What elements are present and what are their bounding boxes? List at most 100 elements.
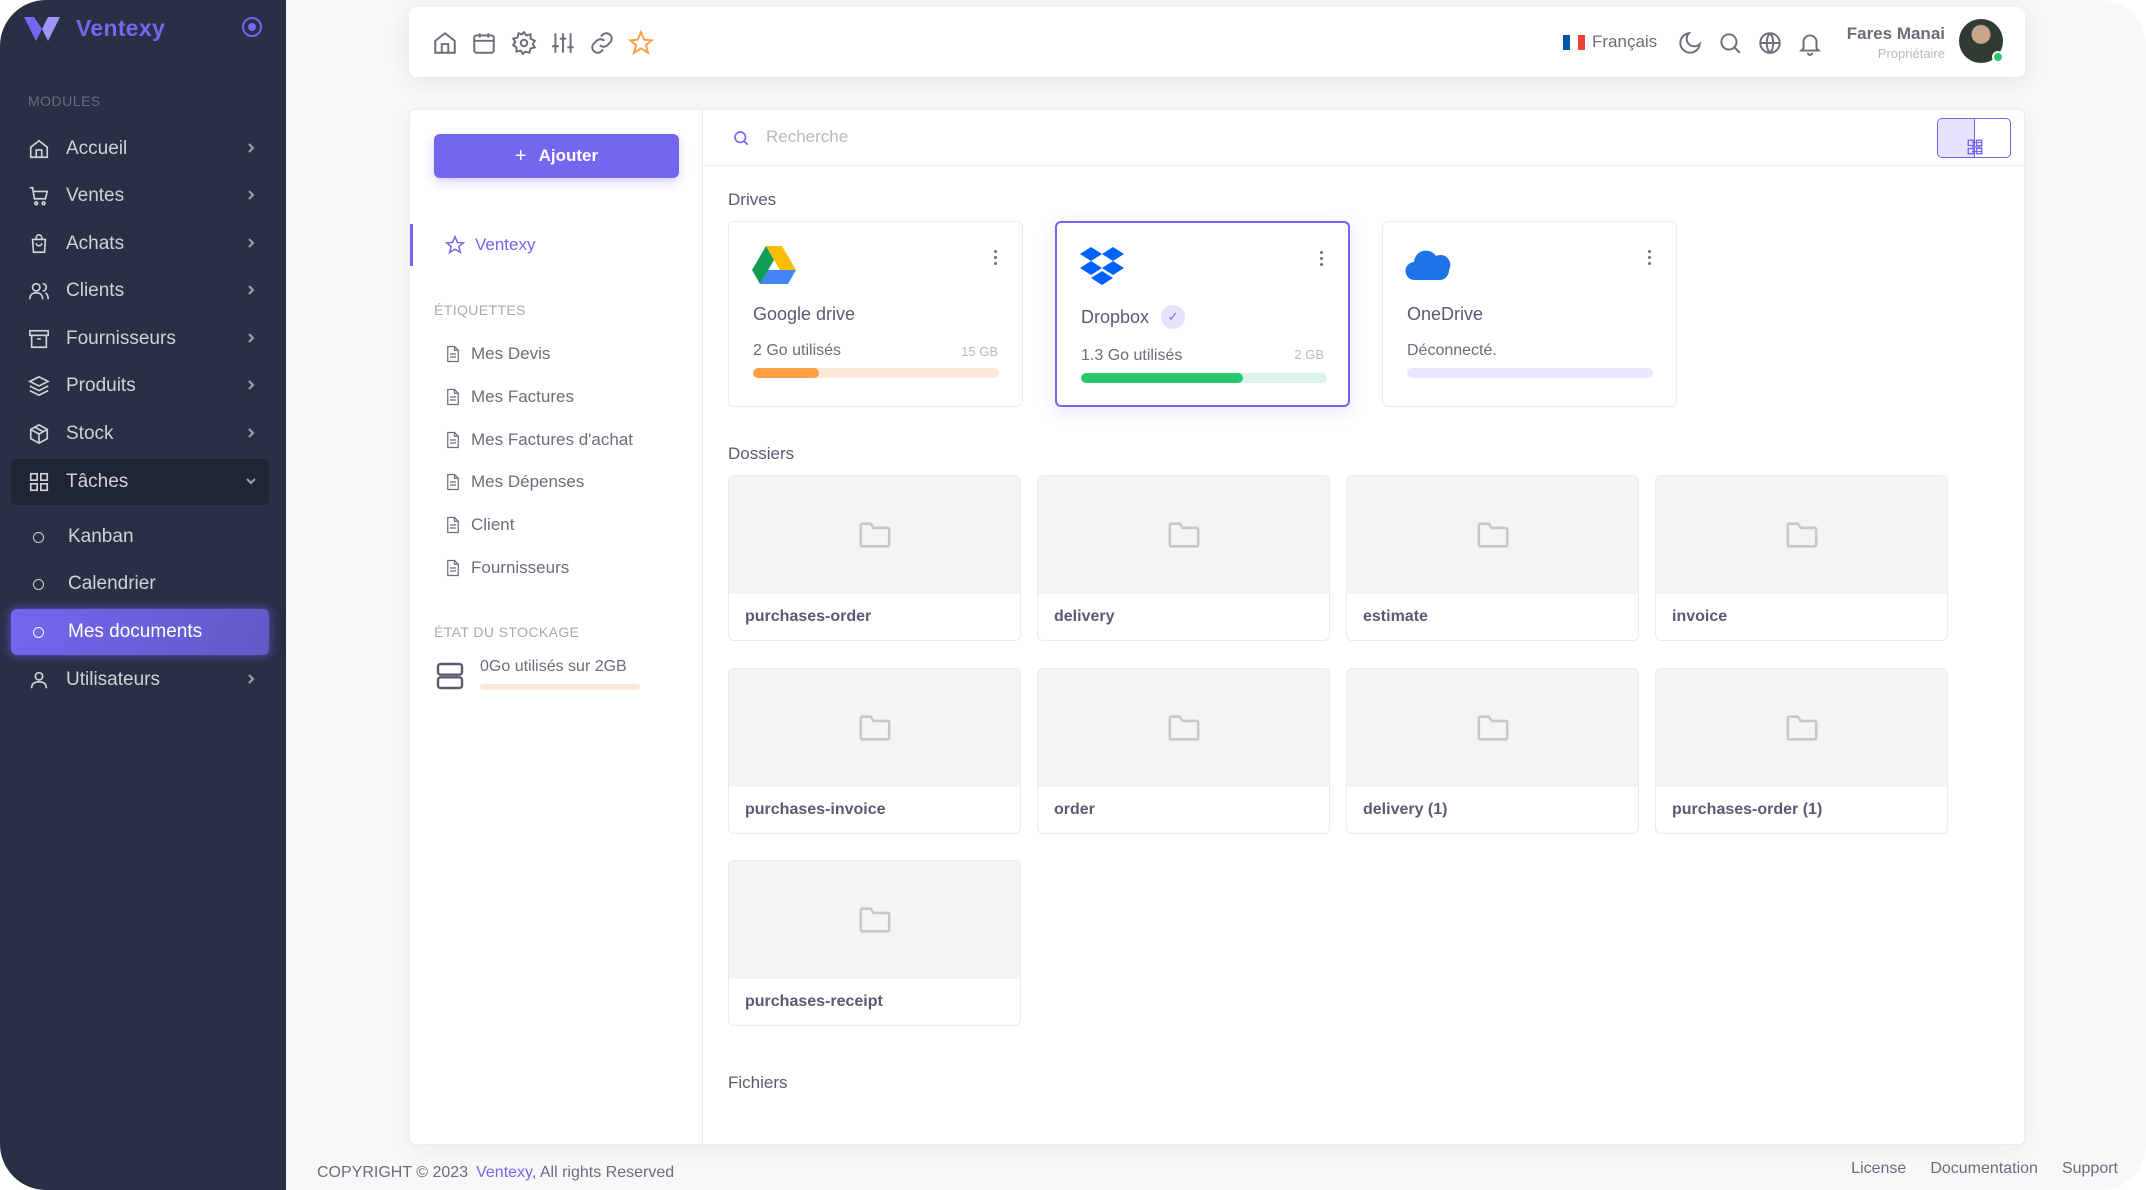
star-icon[interactable] [628,30,654,56]
bell-icon[interactable] [1797,30,1823,56]
folder-card[interactable]: purchases-order [728,475,1021,641]
storage-status: 0Go utilisés sur 2GB [434,658,684,702]
drive-progress-track [1407,368,1653,378]
chevron-right-icon [248,190,255,200]
sidebar-pin-icon[interactable] [242,17,262,37]
storage-text: 0Go utilisés sur 2GB [480,658,627,675]
drive-progress-track [753,368,999,378]
sidebar-subitem-mes-documents[interactable]: Mes documents [11,609,269,655]
folder-card[interactable]: invoice [1655,475,1948,641]
sliders-icon[interactable] [550,30,576,56]
folder-name: delivery [1054,608,1115,625]
label-item[interactable]: Mes Factures [444,383,574,411]
folder-card[interactable]: delivery (1) [1346,668,1639,834]
rights-text: , All rights Reserved [531,1164,675,1181]
label-item[interactable]: Mes Factures d'achat [444,426,633,454]
footer-link-support[interactable]: Support [2062,1160,2118,1178]
archive-icon [29,329,49,349]
drive-progress-fill [1081,373,1244,383]
folder-thumbnail [1038,669,1329,787]
label-text: Mes Factures [471,387,574,406]
moon-icon[interactable] [1677,30,1703,56]
label-item[interactable]: Fournisseurs [444,554,569,582]
list-view-button[interactable] [1968,119,2011,157]
star-icon [445,235,465,255]
globe-icon[interactable] [1757,30,1783,56]
sidebar-item-taches[interactable]: Tâches [11,459,269,505]
folder-icon [1477,522,1509,548]
folder-card[interactable]: estimate [1346,475,1639,641]
sidebar-item-accueil[interactable]: Accueil [11,126,269,172]
sidebar-item-clients[interactable]: Clients [11,268,269,314]
sidebar-item-produits[interactable]: Produits [11,363,269,409]
folder-name: delivery (1) [1363,801,1448,818]
folder-card[interactable]: order [1037,668,1330,834]
sidebar-item-achats[interactable]: Achats [11,221,269,267]
folder-card[interactable]: purchases-order (1) [1655,668,1948,834]
drive-card-dropbox[interactable]: Dropbox ✓ 1.3 Go utilisés 2 GB [1055,221,1350,407]
drive-name: OneDrive [1407,304,1484,324]
language-selector[interactable]: Français [1563,29,1657,55]
link-icon[interactable] [589,30,615,56]
search-bar: Recherche [704,110,2025,166]
home-icon [29,139,49,159]
user-name[interactable]: Fares Manai [1847,24,1945,44]
calendar-icon[interactable] [471,30,497,56]
file-text-icon [447,431,459,449]
folder-card[interactable]: delivery [1037,475,1330,641]
more-vertical-icon[interactable] [1648,250,1652,266]
drive-card-google[interactable]: Google drive 2 Go utilisés 15 GB [728,221,1023,407]
folder-name: purchases-receipt [745,993,883,1010]
footer-link-license[interactable]: License [1851,1160,1906,1178]
settings-icon[interactable] [511,30,537,56]
brand[interactable]: Ventexy [22,10,165,46]
folder-icon [1786,715,1818,741]
label-text: Client [471,515,515,534]
grid-icon [29,472,49,492]
chevron-right-icon [248,143,255,153]
sidebar-subitem-kanban[interactable]: Kanban [11,514,269,560]
drive-progress-fill [753,368,820,378]
file-manager-sidebar: + Ajouter Ventexy ÉTIQUETTES Mes Devis M… [410,110,703,1146]
search-input[interactable]: Recherche [766,127,848,147]
language-label: Français [1592,32,1658,51]
brand-name: Ventexy [76,14,166,41]
sidebar-item-label: Produits [66,375,136,396]
label-item[interactable]: Mes Dépenses [444,468,584,496]
more-vertical-icon[interactable] [1320,251,1324,267]
layers-icon [28,375,50,397]
footer-link-documentation[interactable]: Documentation [1930,1160,2038,1178]
file-manager-card: + Ajouter Ventexy ÉTIQUETTES Mes Devis M… [409,109,2025,1146]
favorite-label: Ventexy [475,235,536,254]
label-item[interactable]: Client [444,511,514,539]
avatar[interactable] [1959,19,2004,63]
folder-card[interactable]: purchases-invoice [728,668,1021,834]
favorite-ventexy[interactable]: Ventexy [410,224,703,266]
add-button[interactable]: + Ajouter [434,134,679,178]
folder-name: purchases-order [745,608,872,625]
storage-heading: ÉTAT DU STOCKAGE [434,624,580,640]
sidebar: Ventexy MODULES Accueil Ventes Achats Cl… [0,0,286,1190]
more-vertical-icon[interactable] [994,250,998,266]
cart-icon [29,186,49,206]
sidebar-subitem-calendrier[interactable]: Calendrier [11,561,269,607]
label-item[interactable]: Mes Devis [444,340,550,368]
sidebar-item-utilisateurs[interactable]: Utilisateurs [11,657,269,703]
chevron-down-icon [246,478,256,485]
bag-icon [31,234,47,254]
home-icon[interactable] [432,30,458,56]
drive-capacity: 2 GB [1294,347,1324,362]
folder-card[interactable]: purchases-receipt [728,860,1021,1026]
drive-name: Google drive [753,304,856,324]
storage-progress-bar [480,684,640,690]
sidebar-item-label: Clients [66,280,125,301]
folder-name: purchases-order (1) [1672,801,1823,818]
drive-card-onedrive[interactable]: OneDrive Déconnecté. [1382,221,1677,407]
sidebar-item-stock[interactable]: Stock [11,411,269,457]
sidebar-item-label: Accueil [66,138,128,159]
sidebar-item-ventes[interactable]: Ventes [11,173,269,219]
folder-name: estimate [1363,608,1428,625]
footer-brand-link[interactable]: Ventexy [476,1164,532,1181]
search-icon[interactable] [1717,30,1743,56]
sidebar-item-fournisseurs[interactable]: Fournisseurs [11,316,269,362]
